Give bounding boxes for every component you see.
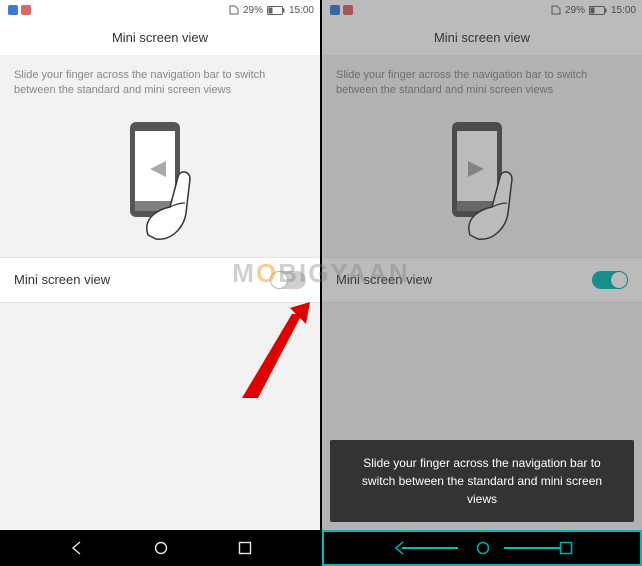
clock-text: 15:00 bbox=[289, 5, 314, 16]
sim-icon bbox=[229, 5, 239, 15]
navigation-bar-highlighted[interactable] bbox=[322, 530, 642, 566]
status-bar: 29% 15:00 bbox=[0, 0, 320, 20]
instruction-text: Slide your finger across the navigation … bbox=[0, 56, 320, 107]
nav-back-button[interactable] bbox=[69, 540, 85, 556]
toggle-label: Mini screen view bbox=[14, 272, 110, 287]
empty-area bbox=[0, 303, 320, 530]
battery-percent: 29% bbox=[243, 5, 263, 16]
battery-icon bbox=[267, 6, 285, 15]
popup-text: Slide your finger across the navigation … bbox=[362, 456, 602, 506]
nav-home-button[interactable] bbox=[475, 540, 491, 556]
status-indicator-icon bbox=[8, 5, 18, 15]
phone-left: 29% 15:00 Mini screen view Slide your fi… bbox=[0, 0, 320, 566]
status-indicator-icon bbox=[21, 5, 31, 15]
status-left-icons bbox=[6, 5, 32, 15]
nav-back-button[interactable] bbox=[392, 540, 408, 556]
hint-popup: Slide your finger across the navigation … bbox=[330, 440, 634, 522]
nav-home-button[interactable] bbox=[153, 540, 169, 556]
swipe-guide-line bbox=[504, 547, 560, 549]
mini-screen-toggle[interactable] bbox=[270, 271, 306, 289]
gesture-illustration bbox=[0, 107, 320, 257]
page-title: Mini screen view bbox=[112, 30, 208, 45]
title-bar: Mini screen view bbox=[0, 20, 320, 56]
swipe-guide-line bbox=[402, 547, 458, 549]
toggle-row[interactable]: Mini screen view bbox=[0, 257, 320, 303]
navigation-bar[interactable] bbox=[0, 530, 320, 566]
phone-right: 29% 15:00 Mini screen view Slide your fi… bbox=[322, 0, 642, 566]
nav-recent-button[interactable] bbox=[559, 541, 573, 555]
toggle-knob bbox=[271, 272, 287, 288]
nav-recent-button[interactable] bbox=[238, 541, 252, 555]
